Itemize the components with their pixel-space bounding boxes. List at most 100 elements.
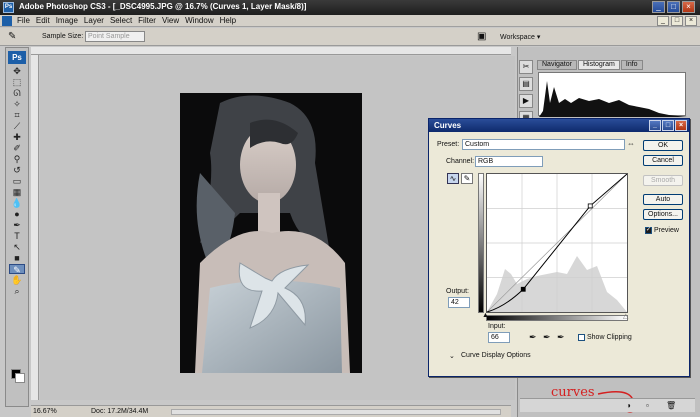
hand-tool-icon[interactable]: ✋ bbox=[9, 275, 25, 285]
menu-layer[interactable]: Layer bbox=[84, 16, 104, 25]
path-select-icon[interactable]: ↖ bbox=[9, 242, 25, 252]
preview-label: Preview bbox=[654, 227, 679, 234]
menu-help[interactable]: Help bbox=[220, 16, 236, 25]
close-button[interactable]: × bbox=[682, 1, 695, 13]
magic-wand-tool-icon[interactable]: ✧ bbox=[9, 99, 25, 109]
output-field[interactable]: 42 bbox=[448, 297, 470, 308]
tab-histogram[interactable]: Histogram bbox=[577, 60, 620, 70]
tab-info[interactable]: Info bbox=[620, 60, 643, 70]
eraser-tool-icon[interactable]: ▭ bbox=[9, 176, 25, 186]
move-tool-icon[interactable]: ✥ bbox=[9, 66, 25, 76]
panel-tabs: Navigator Histogram Info bbox=[537, 60, 643, 70]
gradient-tool-icon[interactable]: ▦ bbox=[9, 187, 25, 197]
input-label: Input: bbox=[488, 323, 506, 330]
minimize-button[interactable]: _ bbox=[652, 1, 665, 13]
adjustment-layer-icon[interactable]: ◑ bbox=[626, 401, 631, 410]
menu-filter[interactable]: Filter bbox=[138, 16, 156, 25]
horizontal-scrollbar[interactable] bbox=[171, 409, 501, 415]
background-color-swatch[interactable] bbox=[15, 373, 25, 383]
stamp-tool-icon[interactable]: ⚲ bbox=[9, 154, 25, 164]
preset-options-icon[interactable]: ⇔ bbox=[627, 139, 635, 148]
zoom-tool-icon[interactable]: ⌕ bbox=[9, 286, 25, 296]
dodge-tool-icon[interactable]: ● bbox=[9, 209, 25, 219]
status-bar: 16.67% Doc: 17.2M/34.4M bbox=[31, 405, 511, 417]
marquee-tool-icon[interactable]: ⬚ bbox=[9, 77, 25, 87]
menu-select[interactable]: Select bbox=[110, 16, 132, 25]
tab-navigator[interactable]: Navigator bbox=[537, 60, 577, 70]
doc-restore-button[interactable]: □ bbox=[671, 16, 683, 26]
menu-file[interactable]: File bbox=[17, 16, 30, 25]
curves-dialog: Curves _ □ × Preset: Custom ⇔ Channel: R… bbox=[428, 118, 690, 377]
preset-label: Preset: bbox=[437, 141, 460, 148]
channel-select[interactable]: RGB bbox=[475, 156, 543, 167]
input-field[interactable]: 66 bbox=[488, 332, 510, 343]
zoom-level[interactable]: 16.67% bbox=[33, 408, 57, 415]
curve-control-point[interactable] bbox=[587, 203, 593, 209]
blur-tool-icon[interactable]: 💧 bbox=[9, 198, 25, 208]
auto-button[interactable]: Auto bbox=[643, 194, 683, 205]
crop-tool-icon[interactable]: ⌗ bbox=[9, 110, 25, 120]
cancel-button[interactable]: Cancel bbox=[643, 155, 683, 166]
white-point-slider-icon[interactable]: △ bbox=[623, 312, 628, 320]
pen-tool-icon[interactable]: ✒ bbox=[9, 220, 25, 230]
workspace-menu[interactable]: Workspace ▾ bbox=[500, 33, 540, 41]
sample-size-label: Sample Size: bbox=[42, 33, 84, 40]
trash-icon[interactable]: 🗑 bbox=[666, 401, 676, 410]
curves-dialog-title: Curves bbox=[434, 121, 462, 130]
menu-view[interactable]: View bbox=[162, 16, 179, 25]
actions-panel-icon[interactable]: ▶ bbox=[519, 94, 533, 108]
white-eyedropper-icon[interactable]: ✒ bbox=[557, 332, 565, 343]
curves-graph[interactable] bbox=[486, 173, 628, 313]
menu-edit[interactable]: Edit bbox=[36, 16, 50, 25]
title-bar: Ps Adobe Photoshop CS3 - [_DSC4995.JPG @… bbox=[0, 0, 700, 15]
black-eyedropper-icon[interactable]: ✒ bbox=[529, 332, 537, 343]
notes-tool-icon[interactable]: ✎ bbox=[9, 264, 25, 275]
black-point-slider-icon[interactable]: ▲ bbox=[482, 312, 489, 319]
display-options-toggle-icon[interactable]: ⌄ bbox=[449, 352, 455, 360]
dialog-close-button[interactable]: × bbox=[675, 120, 687, 131]
dialog-minimize-button[interactable]: _ bbox=[649, 120, 661, 131]
doc-minimize-button[interactable]: _ bbox=[657, 16, 669, 26]
document-photo[interactable] bbox=[180, 93, 362, 373]
preview-checkbox[interactable]: ✓ bbox=[645, 227, 652, 234]
vertical-ruler bbox=[31, 55, 39, 400]
maximize-button[interactable]: □ bbox=[667, 1, 680, 13]
tool-preset-icon[interactable]: ✂ bbox=[519, 60, 533, 74]
curve-control-point[interactable] bbox=[520, 286, 526, 292]
shape-tool-icon[interactable]: ■ bbox=[9, 253, 25, 263]
toolbox-logo[interactable]: Ps bbox=[8, 51, 26, 64]
input-gradient-bar bbox=[486, 315, 628, 321]
smooth-button[interactable]: Smooth bbox=[643, 175, 683, 186]
histogram-graph bbox=[539, 81, 687, 117]
slice-tool-icon[interactable]: ⟋ bbox=[9, 121, 25, 131]
histogram-view bbox=[538, 72, 687, 117]
curve-display-options-label[interactable]: Curve Display Options bbox=[461, 352, 531, 359]
show-clipping-checkbox[interactable] bbox=[578, 334, 585, 341]
brush-tool-icon[interactable]: ✐ bbox=[9, 143, 25, 153]
type-tool-icon[interactable]: T bbox=[9, 231, 25, 241]
new-layer-icon[interactable]: ▫ bbox=[646, 401, 649, 410]
curves-plot[interactable] bbox=[486, 173, 628, 313]
menu-window[interactable]: Window bbox=[185, 16, 213, 25]
lasso-tool-icon[interactable]: ᘏ bbox=[9, 88, 25, 98]
show-clipping-label: Show Clipping bbox=[587, 334, 632, 341]
history-panel-icon[interactable]: ▤ bbox=[519, 77, 533, 91]
eyedropper-icon[interactable]: ✎ bbox=[8, 31, 16, 42]
ok-button[interactable]: OK bbox=[643, 140, 683, 151]
workspace-icon[interactable]: ▣ bbox=[477, 31, 491, 43]
dialog-maximize-button[interactable]: □ bbox=[662, 120, 674, 131]
menu-image[interactable]: Image bbox=[56, 16, 78, 25]
history-brush-icon[interactable]: ↺ bbox=[9, 165, 25, 175]
sample-size-select[interactable]: Point Sample bbox=[85, 31, 145, 42]
gray-eyedropper-icon[interactable]: ✒ bbox=[543, 332, 551, 343]
healing-tool-icon[interactable]: ✚ bbox=[9, 132, 25, 142]
preset-select[interactable]: Custom bbox=[462, 139, 625, 150]
toolbox: Ps ✥ ⬚ ᘏ ✧ ⌗ ⟋ ✚ ✐ ⚲ ↺ ▭ ▦ 💧 ● ✒ T ↖ ■ ✎… bbox=[5, 47, 29, 407]
options-bar: ✎ Sample Size: Point Sample ▣ Workspace … bbox=[0, 28, 700, 46]
layers-panel-footer: ◑ ▫ 🗑 bbox=[520, 398, 695, 412]
curve-edit-icon[interactable]: ∿ bbox=[447, 173, 459, 184]
curves-dialog-title-bar: Curves _ □ × bbox=[429, 119, 689, 132]
pencil-draw-icon[interactable]: ✎ bbox=[461, 173, 473, 184]
options-button[interactable]: Options... bbox=[643, 209, 683, 220]
doc-close-button[interactable]: × bbox=[685, 16, 697, 26]
